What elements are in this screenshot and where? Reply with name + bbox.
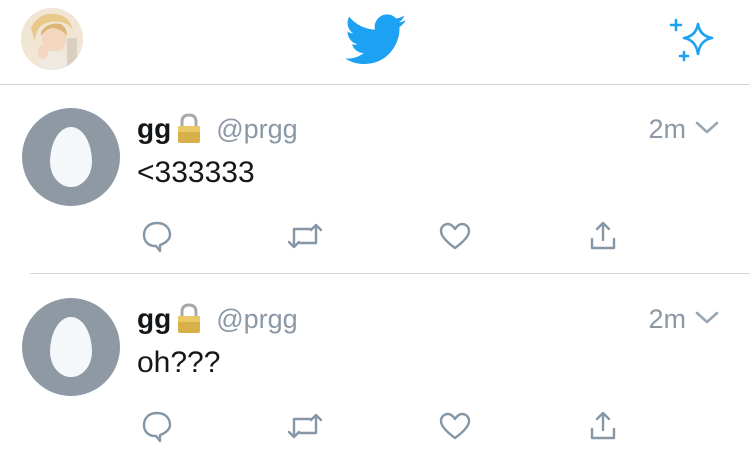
reply-icon[interactable] [137,218,177,254]
share-icon[interactable] [583,408,623,444]
retweet-icon[interactable] [285,408,325,444]
egg-avatar-icon[interactable] [22,298,120,396]
tweet-header: gg @prgg [137,112,298,146]
tweet[interactable]: gg @prgg 2m oh??? [0,276,750,459]
display-name[interactable]: gg [137,113,171,145]
tweet-divider [30,273,750,274]
tweet-header: gg @prgg [137,302,298,336]
user-avatar[interactable] [21,8,83,70]
sparkle-icon[interactable] [668,16,720,64]
twitter-bird-icon[interactable] [345,14,407,66]
timeline-screen: gg @prgg 2m <333333 gg @prgg 2m oh??? [0,0,750,459]
tweet-text: oh??? [137,346,221,379]
username-handle[interactable]: @prgg [216,114,297,145]
lock-icon [178,113,201,143]
tweet-text: <333333 [137,156,255,189]
display-name[interactable]: gg [137,303,171,335]
like-icon[interactable] [435,218,475,254]
tweet-actions [137,408,637,444]
reply-icon[interactable] [137,408,177,444]
timestamp: 2m [648,304,686,334]
chevron-down-icon[interactable] [694,309,720,327]
retweet-icon[interactable] [285,218,325,254]
tweet-actions [137,218,637,254]
share-icon[interactable] [583,218,623,254]
lock-icon [178,303,201,333]
timestamp: 2m [648,114,686,144]
like-icon[interactable] [435,408,475,444]
chevron-down-icon[interactable] [694,119,720,137]
top-bar [0,0,750,85]
tweet[interactable]: gg @prgg 2m <333333 [0,86,750,274]
username-handle[interactable]: @prgg [216,304,297,335]
avatar-photo [21,8,83,70]
egg-avatar-icon[interactable] [22,108,120,206]
